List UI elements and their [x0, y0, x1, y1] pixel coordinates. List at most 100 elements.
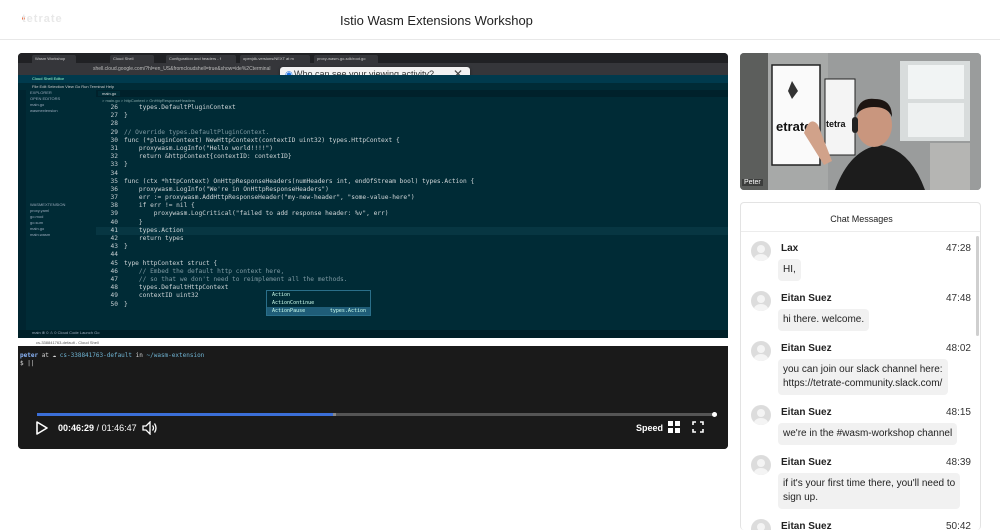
line-number: 30 [110, 136, 118, 144]
message-author: Eitan Suez [781, 293, 832, 304]
video-progress-bar[interactable] [37, 412, 717, 417]
code-line: 33} [96, 161, 728, 169]
line-number: 26 [110, 104, 118, 111]
message-time: 47:48 [945, 293, 971, 304]
code-text: func (*pluginContext) NewHttpContext(con… [124, 136, 400, 144]
code-line: 36 proxywasm.LogInfo("We're in OnHttpRes… [96, 186, 728, 194]
browser-tab: proxy-wasm-go-sdk/root.go [314, 55, 378, 63]
line-number: 48 [110, 284, 118, 292]
webcam-image: etrate tetra [740, 53, 981, 190]
avatar [751, 455, 771, 475]
line-number: 39 [110, 210, 118, 218]
code-text: func (ctx *httpContext) OnHttpResponseHe… [124, 177, 475, 185]
code-editor: main.go > main.go > httpContext > OnHttp… [96, 90, 728, 330]
code-line: 44 [96, 251, 728, 259]
participant-name: Peter [742, 179, 763, 186]
message-author: Eitan Suez [781, 407, 832, 418]
code-line: 40 } [96, 219, 728, 227]
logo[interactable]: tetrate [22, 13, 63, 25]
avatar [751, 241, 771, 261]
autocomplete-item-selected: ActionPause types.Action [267, 307, 370, 315]
line-number: 50 [110, 300, 118, 308]
line-number: 36 [110, 185, 118, 193]
code-text: proxywasm.LogCritical("failed to add res… [124, 210, 389, 218]
page-title: Istio Wasm Extensions Workshop [340, 13, 533, 28]
avatar [751, 341, 771, 361]
autocomplete-item: Action [272, 292, 291, 298]
code-line: 42 return types [96, 235, 728, 243]
code-line: 37 err := proxywasm.AddHttpResponseHeade… [96, 194, 728, 202]
code-text: contextID uint32 [124, 292, 199, 300]
speed-button[interactable]: Speed [636, 423, 663, 433]
code-line: 43} [96, 243, 728, 251]
theater-mode-button[interactable] [668, 421, 680, 435]
message-bubble: HI, [778, 259, 801, 281]
browser-tab: openjdk-versions/NEXT at m [240, 55, 310, 63]
code-text: proxywasm.LogInfo("Hello world!!!!") [124, 144, 274, 152]
video-player[interactable]: Wasm Workshop Cloud Shell Configuration … [18, 53, 728, 449]
message-author: Lax [781, 243, 799, 254]
progress-end-knob[interactable] [712, 412, 717, 417]
code-text: proxywasm.LogInfo("We're in OnHttpRespon… [124, 185, 329, 193]
line-number: 46 [110, 267, 118, 275]
message-bubble: if it's your first time there, you'll ne… [778, 473, 961, 509]
line-number: 41 [110, 226, 118, 234]
message-bubble: hi there. welcome. [778, 309, 870, 331]
code-text: } [124, 112, 128, 120]
avatar [751, 405, 771, 425]
duration: 01:46:47 [101, 423, 137, 433]
message-bubble: you can join our slack channel here: http… [778, 359, 948, 395]
terminal-tab-bar: cs-338841763-default - Cloud Shell [18, 338, 728, 346]
code-line: 49 contextID uint32 [96, 292, 728, 300]
top-bar: tetrate Istio Wasm Extensions Workshop [0, 0, 1000, 40]
code-text: // Override types.DefaultPluginContext. [124, 128, 270, 136]
code-text: types.Action [124, 226, 184, 234]
line-number: 43 [110, 243, 118, 251]
ide-status-bar: main ⊗ 0 ⚠ 0 Cloud Code Launch Go [18, 330, 728, 338]
terminal-cursor-line: $ || [20, 360, 35, 367]
grid-icon [668, 421, 680, 433]
terminal: peter at ☁ cs-338841763-default in ~/was… [18, 346, 728, 449]
divider [741, 231, 980, 232]
message-author: Eitan Suez [781, 457, 832, 468]
line-number: 28 [110, 120, 118, 128]
line-number: 47 [110, 275, 118, 283]
message-author: Eitan Suez [781, 521, 832, 530]
terminal-tab: cs-338841763-default - Cloud Shell [36, 340, 99, 345]
code-line: 45 type httpContext struct { [96, 260, 728, 268]
code-text: return &httpContext{contextID: contextID… [124, 153, 292, 161]
play-button[interactable] [36, 421, 48, 435]
ide-title-bar: Cloud Shell Editor [18, 75, 728, 83]
code-text: if err != nil { [124, 202, 195, 210]
code-line: 26 types.DefaultPluginContext [96, 104, 728, 112]
fullscreen-button[interactable] [692, 421, 704, 435]
code-text: err := proxywasm.AddHttpResponseHeader("… [124, 194, 415, 202]
code-line: 46 // Embed the default http context her… [96, 268, 728, 276]
line-number: 42 [110, 235, 118, 242]
line-number: 31 [110, 144, 118, 152]
volume-icon [142, 420, 157, 436]
code-line: 34 [96, 170, 728, 178]
line-number: 29 [110, 128, 118, 136]
play-icon [36, 421, 48, 435]
avatar [751, 519, 771, 530]
fullscreen-icon [692, 421, 704, 433]
line-number: 40 [110, 218, 118, 226]
volume-button[interactable] [142, 420, 158, 436]
line-number: 49 [110, 292, 118, 300]
browser-tab: Configuration and headers - f [166, 55, 236, 63]
message-time: 48:02 [945, 343, 971, 354]
progress-fill [37, 413, 333, 416]
chat-scrollbar[interactable] [976, 236, 979, 336]
code-text: types.DefaultHttpContext [124, 284, 229, 292]
code-line: 29 // Override types.DefaultPluginContext… [96, 129, 728, 137]
line-number: 34 [110, 169, 118, 177]
explorer-item: main.wasm [30, 232, 51, 237]
code-line: 35 func (ctx *httpContext) OnHttpResponse… [96, 178, 728, 186]
breadcrumb: > main.go > httpContext > OnHttpResponse… [102, 98, 196, 103]
browser-tab-strip: Wasm Workshop Cloud Shell Configuration … [18, 53, 728, 63]
code-text: } [124, 218, 143, 226]
code-line: 48 types.DefaultHttpContext [96, 284, 728, 292]
code-text: // so that we don't need to reimplement … [124, 275, 348, 283]
line-number: 44 [110, 251, 118, 259]
